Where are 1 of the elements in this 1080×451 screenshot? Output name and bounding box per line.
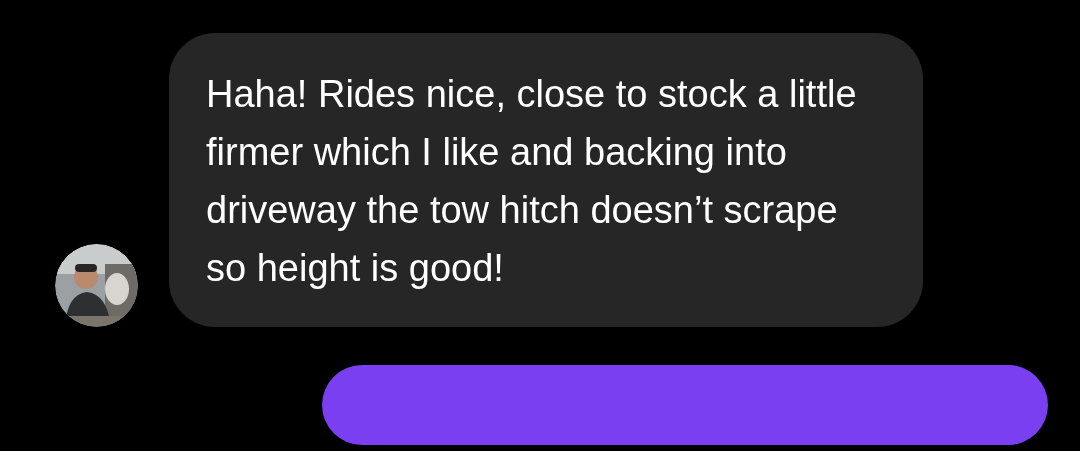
message-bubble: Haha! Rides nice, close to stock a little firmer which I like and backing into driveway the tow hitch doesn’t scrape so height is good! bbox=[169, 33, 923, 327]
